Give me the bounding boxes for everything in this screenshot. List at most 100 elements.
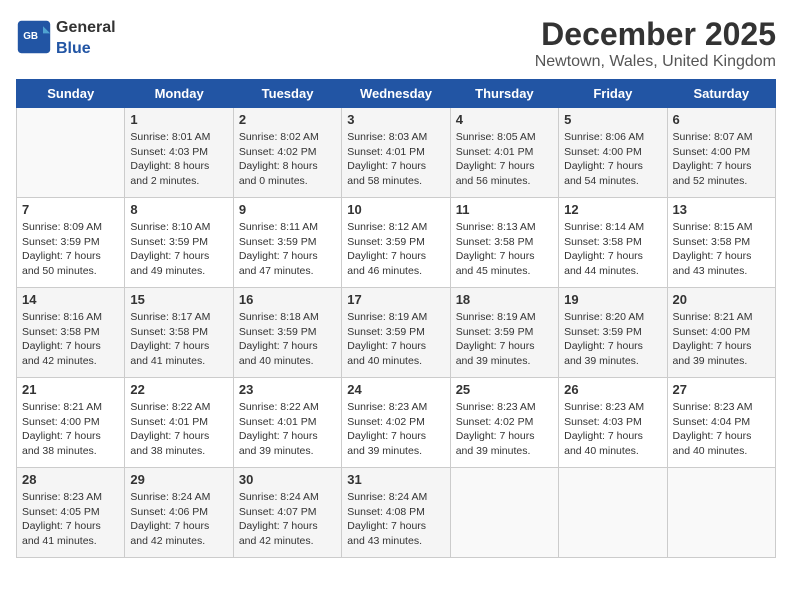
calendar-table: SundayMondayTuesdayWednesdayThursdayFrid… xyxy=(16,79,776,558)
day-info: Sunrise: 8:24 AMSunset: 4:06 PMDaylight:… xyxy=(130,490,227,549)
week-row-3: 14Sunrise: 8:16 AMSunset: 3:58 PMDayligh… xyxy=(17,288,776,378)
day-number: 8 xyxy=(130,202,227,217)
day-info: Sunrise: 8:23 AMSunset: 4:03 PMDaylight:… xyxy=(564,400,661,459)
day-info: Sunrise: 8:23 AMSunset: 4:04 PMDaylight:… xyxy=(673,400,770,459)
day-number: 9 xyxy=(239,202,336,217)
day-number: 26 xyxy=(564,382,661,397)
day-number: 6 xyxy=(673,112,770,127)
week-row-2: 7 Sunrise: 8:09 AMSunset: 3:59 PMDaylight… xyxy=(17,198,776,288)
calendar-cell: 17Sunrise: 8:19 AMSunset: 3:59 PMDayligh… xyxy=(342,288,450,378)
calendar-cell: 8 Sunrise: 8:10 AMSunset: 3:59 PMDaylight… xyxy=(125,198,233,288)
calendar-cell xyxy=(667,468,775,558)
calendar-cell: 1 Sunrise: 8:01 AMSunset: 4:03 PMDaylight… xyxy=(125,108,233,198)
day-info: Sunrise: 8:22 AMSunset: 4:01 PMDaylight:… xyxy=(130,400,227,459)
day-number: 23 xyxy=(239,382,336,397)
location-subtitle: Newtown, Wales, United Kingdom xyxy=(535,53,776,71)
day-info: Sunrise: 8:03 AMSunset: 4:01 PMDaylight:… xyxy=(347,130,444,189)
calendar-cell: 20 Sunrise: 8:21 AMSunset: 4:00 PMDayligh… xyxy=(667,288,775,378)
calendar-cell: 31 Sunrise: 8:24 AMSunset: 4:08 PMDayligh… xyxy=(342,468,450,558)
day-info: Sunrise: 8:19 AMSunset: 3:59 PMDaylight:… xyxy=(456,310,553,369)
logo-icon: GB xyxy=(16,19,52,55)
day-number: 14 xyxy=(22,292,119,307)
calendar-cell: 6Sunrise: 8:07 AMSunset: 4:00 PMDaylight… xyxy=(667,108,775,198)
svg-text:GB: GB xyxy=(23,31,38,42)
day-number: 11 xyxy=(456,202,553,217)
day-number: 24 xyxy=(347,382,444,397)
calendar-cell: 12Sunrise: 8:14 AMSunset: 3:58 PMDayligh… xyxy=(559,198,667,288)
day-info: Sunrise: 8:18 AMSunset: 3:59 PMDaylight:… xyxy=(239,310,336,369)
title-block: December 2025 Newtown, Wales, United Kin… xyxy=(535,16,776,71)
calendar-cell: 4Sunrise: 8:05 AMSunset: 4:01 PMDaylight… xyxy=(450,108,558,198)
calendar-cell: 24 Sunrise: 8:23 AMSunset: 4:02 PMDayligh… xyxy=(342,378,450,468)
day-number: 27 xyxy=(673,382,770,397)
day-info: Sunrise: 8:17 AMSunset: 3:58 PMDaylight:… xyxy=(130,310,227,369)
day-info: Sunrise: 8:01 AMSunset: 4:03 PMDaylight:… xyxy=(130,130,227,189)
dow-monday: Monday xyxy=(125,80,233,108)
day-number: 31 xyxy=(347,472,444,487)
day-number: 19 xyxy=(564,292,661,307)
day-info: Sunrise: 8:23 AMSunset: 4:02 PMDaylight:… xyxy=(456,400,553,459)
day-number: 15 xyxy=(130,292,227,307)
calendar-cell: 23 Sunrise: 8:22 AMSunset: 4:01 PMDayligh… xyxy=(233,378,341,468)
day-info: Sunrise: 8:11 AMSunset: 3:59 PMDaylight:… xyxy=(239,220,336,279)
day-number: 20 xyxy=(673,292,770,307)
calendar-cell: 13 Sunrise: 8:15 AMSunset: 3:58 PMDayligh… xyxy=(667,198,775,288)
dow-saturday: Saturday xyxy=(667,80,775,108)
calendar-cell: 18 Sunrise: 8:19 AMSunset: 3:59 PMDayligh… xyxy=(450,288,558,378)
day-number: 7 xyxy=(22,202,119,217)
dow-thursday: Thursday xyxy=(450,80,558,108)
logo: GB General Blue xyxy=(16,16,116,58)
calendar-body: 1 Sunrise: 8:01 AMSunset: 4:03 PMDaylight… xyxy=(17,108,776,558)
day-info: Sunrise: 8:10 AMSunset: 3:59 PMDaylight:… xyxy=(130,220,227,279)
calendar-cell: 16Sunrise: 8:18 AMSunset: 3:59 PMDayligh… xyxy=(233,288,341,378)
calendar-cell: 30 Sunrise: 8:24 AMSunset: 4:07 PMDayligh… xyxy=(233,468,341,558)
day-number: 18 xyxy=(456,292,553,307)
day-number: 10 xyxy=(347,202,444,217)
day-number: 13 xyxy=(673,202,770,217)
day-number: 21 xyxy=(22,382,119,397)
day-info: Sunrise: 8:23 AMSunset: 4:02 PMDaylight:… xyxy=(347,400,444,459)
day-info: Sunrise: 8:20 AMSunset: 3:59 PMDaylight:… xyxy=(564,310,661,369)
day-info: Sunrise: 8:05 AMSunset: 4:01 PMDaylight:… xyxy=(456,130,553,189)
day-number: 30 xyxy=(239,472,336,487)
calendar-cell: 9 Sunrise: 8:11 AMSunset: 3:59 PMDaylight… xyxy=(233,198,341,288)
day-info: Sunrise: 8:15 AMSunset: 3:58 PMDaylight:… xyxy=(673,220,770,279)
day-number: 25 xyxy=(456,382,553,397)
dow-wednesday: Wednesday xyxy=(342,80,450,108)
page-header: GB General Blue December 2025 Newtown, W… xyxy=(16,16,776,71)
calendar-cell: 19 Sunrise: 8:20 AMSunset: 3:59 PMDayligh… xyxy=(559,288,667,378)
day-info: Sunrise: 8:21 AMSunset: 4:00 PMDaylight:… xyxy=(673,310,770,369)
day-info: Sunrise: 8:23 AMSunset: 4:05 PMDaylight:… xyxy=(22,490,119,549)
logo-blue: Blue xyxy=(56,40,91,57)
calendar-cell xyxy=(17,108,125,198)
day-info: Sunrise: 8:12 AMSunset: 3:59 PMDaylight:… xyxy=(347,220,444,279)
week-row-5: 28 Sunrise: 8:23 AMSunset: 4:05 PMDayligh… xyxy=(17,468,776,558)
day-number: 1 xyxy=(130,112,227,127)
day-info: Sunrise: 8:06 AMSunset: 4:00 PMDaylight:… xyxy=(564,130,661,189)
calendar-cell: 27 Sunrise: 8:23 AMSunset: 4:04 PMDayligh… xyxy=(667,378,775,468)
calendar-cell xyxy=(450,468,558,558)
dow-tuesday: Tuesday xyxy=(233,80,341,108)
calendar-cell: 25 Sunrise: 8:23 AMSunset: 4:02 PMDayligh… xyxy=(450,378,558,468)
calendar-cell: 2Sunrise: 8:02 AMSunset: 4:02 PMDaylight… xyxy=(233,108,341,198)
day-info: Sunrise: 8:22 AMSunset: 4:01 PMDaylight:… xyxy=(239,400,336,459)
calendar-cell: 3 Sunrise: 8:03 AMSunset: 4:01 PMDaylight… xyxy=(342,108,450,198)
day-info: Sunrise: 8:24 AMSunset: 4:08 PMDaylight:… xyxy=(347,490,444,549)
calendar-cell: 21Sunrise: 8:21 AMSunset: 4:00 PMDayligh… xyxy=(17,378,125,468)
day-info: Sunrise: 8:24 AMSunset: 4:07 PMDaylight:… xyxy=(239,490,336,549)
day-number: 29 xyxy=(130,472,227,487)
day-info: Sunrise: 8:19 AMSunset: 3:59 PMDaylight:… xyxy=(347,310,444,369)
calendar-cell: 5 Sunrise: 8:06 AMSunset: 4:00 PMDaylight… xyxy=(559,108,667,198)
day-number: 3 xyxy=(347,112,444,127)
day-number: 5 xyxy=(564,112,661,127)
days-of-week-header: SundayMondayTuesdayWednesdayThursdayFrid… xyxy=(17,80,776,108)
day-number: 2 xyxy=(239,112,336,127)
day-number: 22 xyxy=(130,382,227,397)
logo-general: General xyxy=(56,19,116,36)
week-row-4: 21Sunrise: 8:21 AMSunset: 4:00 PMDayligh… xyxy=(17,378,776,468)
week-row-1: 1 Sunrise: 8:01 AMSunset: 4:03 PMDaylight… xyxy=(17,108,776,198)
day-info: Sunrise: 8:09 AMSunset: 3:59 PMDaylight:… xyxy=(22,220,119,279)
day-info: Sunrise: 8:14 AMSunset: 3:58 PMDaylight:… xyxy=(564,220,661,279)
calendar-cell: 28 Sunrise: 8:23 AMSunset: 4:05 PMDayligh… xyxy=(17,468,125,558)
day-number: 28 xyxy=(22,472,119,487)
